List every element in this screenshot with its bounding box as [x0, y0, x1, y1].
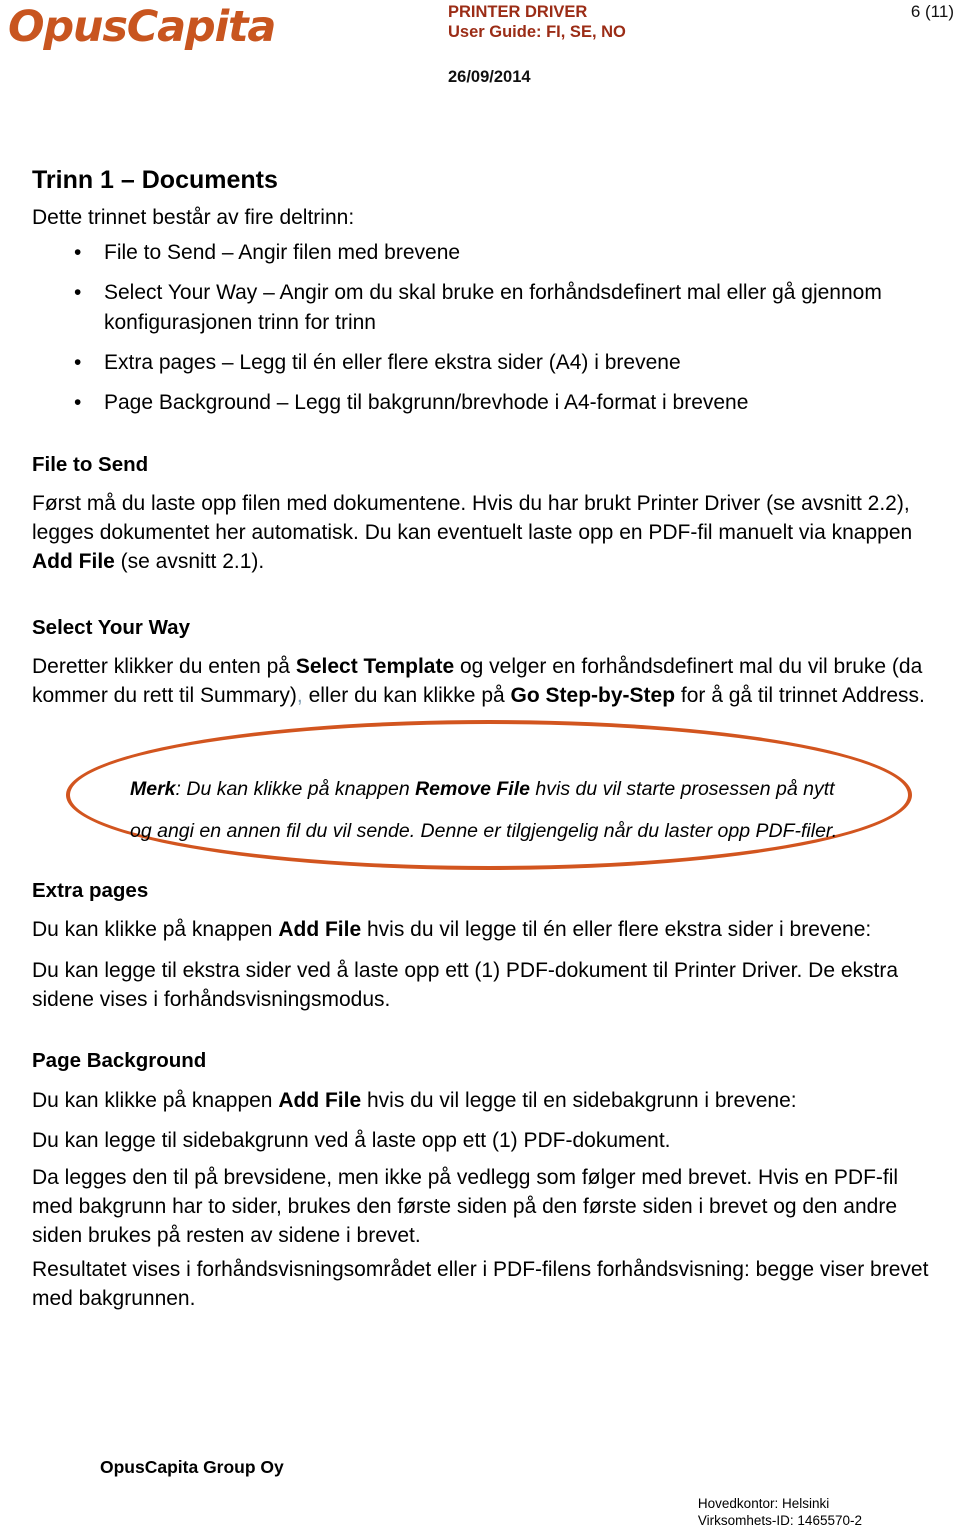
section-heading-file-to-send: File to Send	[32, 453, 149, 476]
bullet-dot-icon: •	[74, 281, 82, 304]
paragraph-text: hvis du vil legge til en sidebakgrunn i …	[361, 1089, 797, 1112]
footer-company-name: OpusCapita Group Oy	[100, 1457, 284, 1477]
list-item-label: Select Your Way – Angir om du skal bruke…	[104, 281, 882, 334]
bullet-dot-icon: •	[74, 241, 82, 264]
section-paragraph-extra-pages-2: Du kan legge til ekstra sider ved å last…	[32, 959, 899, 1011]
list-item: • File to Send – Angir filen med brevene	[32, 238, 932, 268]
header-doc-subtitle: User Guide: FI, SE, NO	[448, 23, 626, 41]
ui-button-reference-select-template: Select Template	[295, 655, 455, 678]
note-text-line2: og angi en annen fil du vil sende. Denne…	[130, 820, 838, 842]
section-heading-extra-pages: Extra pages	[32, 879, 149, 902]
section-paragraph-page-background-3: Da legges den til på brevsidene, men ikk…	[32, 1166, 899, 1247]
header-page-number: 6 (11)	[910, 2, 954, 21]
note-text-part: : Du kan klikke på knappen	[175, 778, 416, 800]
paragraph-text: for å gå til trinnet Address.	[675, 684, 925, 707]
paragraph-text: Først må du laste opp filen med dokument…	[32, 492, 913, 544]
bullet-dot-icon: •	[74, 391, 82, 414]
list-item-label: File to Send – Angir filen med brevene	[104, 241, 461, 264]
section-heading-select-your-way: Select Your Way	[32, 616, 190, 639]
section-heading-page-background: Page Background	[32, 1049, 207, 1072]
note-text-part: hvis du vil starte prosessen på nytt	[529, 778, 835, 800]
list-item: • Extra pages – Legg til én eller flere …	[32, 348, 932, 378]
intro-text: Dette trinnet består av fire deltrinn:	[32, 206, 355, 229]
section-paragraph-page-background-2: Du kan legge til sidebakgrunn ved å last…	[32, 1129, 671, 1152]
section-paragraph-file-to-send: Først må du laste opp filen med dokument…	[32, 489, 937, 576]
opuscapita-logo: OpusCapita	[8, 2, 276, 52]
header-date: 26/09/2014	[448, 68, 531, 86]
bullet-dot-icon: •	[74, 351, 82, 374]
list-item-label: Extra pages – Legg til én eller flere ek…	[104, 351, 681, 374]
paragraph-text: Du kan klikke på knappen	[32, 1089, 279, 1112]
page-header: OpusCapita PRINTER DRIVER User Guide: FI…	[0, 0, 960, 120]
ui-button-reference-add-file: Add File	[32, 550, 115, 573]
ui-button-reference-go-step-by-step: Go Step-by-Step	[510, 684, 676, 707]
paragraph-text: hvis du vil legge til én eller flere eks…	[361, 918, 872, 941]
note-callout: Merk: Du kan klikke på knappen Remove Fi…	[130, 768, 860, 852]
ui-button-reference-add-file: Add File	[278, 918, 362, 941]
list-item: • Page Background – Legg til bakgrunn/br…	[32, 388, 932, 418]
header-doc-title: PRINTER DRIVER	[448, 3, 588, 21]
section-paragraph-extra-pages-1: Du kan klikke på knappen Add File hvis d…	[32, 915, 937, 944]
section-paragraph-page-background-1: Du kan klikke på knappen Add File hvis d…	[32, 1086, 937, 1115]
substeps-list: • File to Send – Angir filen med brevene…	[32, 238, 932, 428]
section-paragraph-page-background-4: Resultatet vises i forhåndsvisningsområd…	[32, 1258, 929, 1310]
header-document-info: PRINTER DRIVER User Guide: FI, SE, NO	[448, 2, 828, 42]
note-label: Merk	[130, 778, 176, 800]
list-item-label: Page Background – Legg til bakgrunn/brev…	[104, 391, 749, 414]
paragraph-text: (se avsnitt 2.1).	[114, 550, 265, 573]
ui-button-reference-remove-file: Remove File	[415, 778, 530, 800]
footer-legal-info: Hovedkontor: Helsinki Virksomhets-ID: 14…	[698, 1495, 862, 1529]
footer-headquarters: Hovedkontor: Helsinki	[697, 1496, 830, 1511]
paragraph-text: Du kan klikke på knappen	[32, 918, 279, 941]
footer-business-id: Virksomhets-ID: 1465570-2	[697, 1513, 862, 1528]
page-title: Trinn 1 – Documents	[32, 166, 278, 194]
ui-button-reference-add-file: Add File	[278, 1089, 362, 1112]
list-item: • Select Your Way – Angir om du skal bru…	[32, 278, 932, 338]
section-paragraph-select-your-way: Deretter klikker du enten på Select Temp…	[32, 652, 937, 710]
paragraph-text: Deretter klikker du enten på	[32, 655, 296, 678]
paragraph-text: eller du kan klikke på	[302, 684, 511, 707]
